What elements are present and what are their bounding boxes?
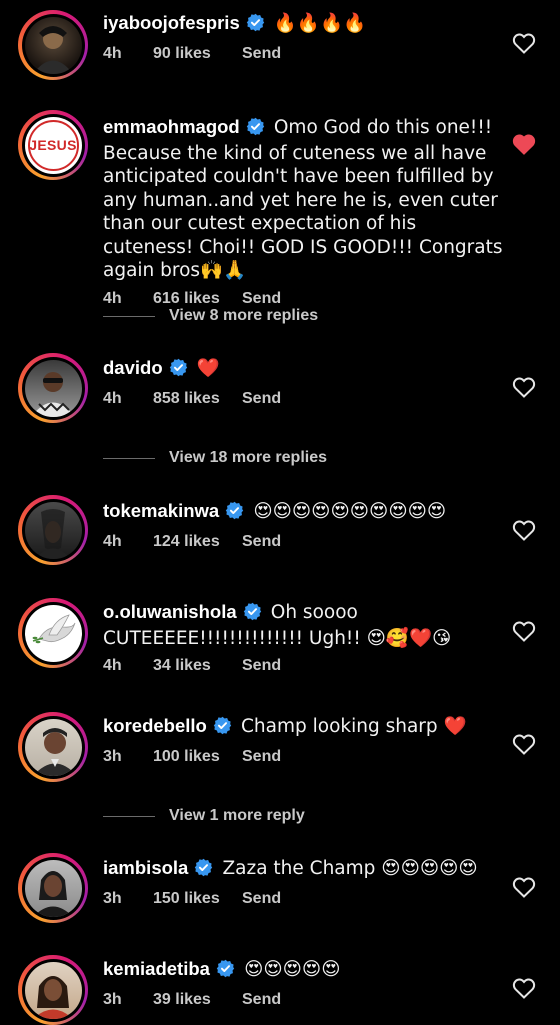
comment-meta: 4h 124 likes Send bbox=[103, 533, 503, 555]
comment-likes[interactable]: 39 likes bbox=[153, 991, 242, 1009]
comment-body: 😍😍😍😍😍😍😍😍😍😍 bbox=[253, 501, 447, 522]
liked-heart-icon[interactable] bbox=[512, 133, 536, 155]
avatar[interactable] bbox=[18, 495, 88, 565]
divider bbox=[103, 315, 155, 317]
comment-meta: 3h 150 likes Send bbox=[103, 890, 503, 912]
divider bbox=[103, 815, 155, 817]
comment-text: tokemakinwa 😍😍😍😍😍😍😍😍😍😍 bbox=[103, 500, 503, 526]
comment-username[interactable]: o.oluwanishola bbox=[103, 601, 237, 622]
verified-badge-icon bbox=[216, 959, 235, 984]
like-heart-icon[interactable] bbox=[512, 733, 536, 755]
verified-badge-icon bbox=[213, 716, 232, 741]
comment-text: kemiadetiba 😍😍😍😍😍 bbox=[103, 958, 503, 984]
comment-username[interactable]: iambisola bbox=[103, 857, 188, 878]
comment-text: emmaohmagod Omo God do this one!!! Becau… bbox=[103, 116, 503, 283]
comment-body: ❤️ bbox=[196, 358, 220, 379]
like-heart-icon[interactable] bbox=[512, 32, 536, 54]
view-more-replies-button[interactable]: View 18 more replies bbox=[103, 447, 327, 469]
comment-text: o.oluwanishola Oh soooo CUTEEEEE!!!!!!!!… bbox=[103, 601, 503, 650]
comment-time: 4h bbox=[103, 389, 122, 407]
avatar[interactable] bbox=[18, 712, 88, 782]
comment-text: iyaboojofespris 🔥🔥🔥🔥 bbox=[103, 12, 503, 38]
comment-meta: 4h 34 likes Send bbox=[103, 657, 503, 679]
comment-time: 3h bbox=[103, 990, 122, 1008]
avatar[interactable] bbox=[18, 10, 88, 80]
verified-badge-icon bbox=[243, 602, 262, 627]
comment-meta: 3h 100 likes Send bbox=[103, 748, 503, 770]
comment-time: 4h bbox=[103, 657, 122, 674]
avatar[interactable]: JESUS bbox=[18, 110, 88, 180]
comment-likes[interactable]: 150 likes bbox=[153, 890, 242, 908]
avatar-logo: JESUS bbox=[27, 119, 79, 171]
view-more-replies-button[interactable]: View 1 more reply bbox=[103, 805, 305, 827]
comment-time: 3h bbox=[103, 889, 122, 907]
verified-badge-icon bbox=[246, 117, 265, 142]
comment-likes[interactable]: 90 likes bbox=[153, 45, 242, 63]
avatar[interactable] bbox=[18, 353, 88, 423]
comment-time: 4h bbox=[103, 532, 122, 550]
comment-body: Zaza the Champ 😍😍😍😍😍 bbox=[222, 858, 478, 879]
comment-meta: 4h 90 likes Send bbox=[103, 45, 503, 67]
send-button[interactable]: Send bbox=[242, 748, 281, 766]
like-heart-icon[interactable] bbox=[512, 376, 536, 398]
like-heart-icon[interactable] bbox=[512, 519, 536, 541]
like-heart-icon[interactable] bbox=[512, 876, 536, 898]
comment-username[interactable]: koredebello bbox=[103, 715, 207, 736]
comment-username[interactable]: iyaboojofespris bbox=[103, 12, 240, 33]
comment-body: 🔥🔥🔥🔥 bbox=[273, 13, 367, 34]
comment-meta: 4h 858 likes Send bbox=[103, 390, 503, 412]
send-button[interactable]: Send bbox=[242, 45, 281, 63]
avatar[interactable] bbox=[18, 955, 88, 1025]
send-button[interactable]: Send bbox=[242, 890, 281, 908]
comment-body: Omo God do this one!!! Because the kind … bbox=[103, 117, 503, 281]
comment-username[interactable]: emmaohmagod bbox=[103, 116, 240, 137]
comment-username[interactable]: tokemakinwa bbox=[103, 500, 219, 521]
like-heart-icon[interactable] bbox=[512, 977, 536, 999]
divider bbox=[103, 457, 155, 459]
verified-badge-icon bbox=[194, 858, 213, 883]
avatar[interactable] bbox=[18, 853, 88, 923]
comment-likes[interactable]: 858 likes bbox=[153, 390, 242, 408]
comment-text: koredebello Champ looking sharp ❤️ bbox=[103, 715, 503, 741]
verified-badge-icon bbox=[246, 13, 265, 38]
comment-body: 😍😍😍😍😍 bbox=[244, 959, 341, 980]
comment-body: Champ looking sharp ❤️ bbox=[240, 716, 467, 737]
comment-likes[interactable]: 100 likes bbox=[153, 748, 242, 766]
comment-username[interactable]: kemiadetiba bbox=[103, 958, 210, 979]
comment-username[interactable]: davido bbox=[103, 357, 163, 378]
comment-text: iambisola Zaza the Champ 😍😍😍😍😍 bbox=[103, 857, 503, 883]
comment-likes[interactable]: 124 likes bbox=[153, 533, 242, 551]
send-button[interactable]: Send bbox=[242, 991, 281, 1009]
comment-text: davido ❤️ bbox=[103, 357, 503, 383]
send-button[interactable]: Send bbox=[242, 390, 281, 408]
view-more-replies-button[interactable]: View 8 more replies bbox=[103, 305, 318, 327]
send-button[interactable]: Send bbox=[242, 657, 281, 675]
comment-time: 3h bbox=[103, 747, 122, 765]
comment-likes[interactable]: 34 likes bbox=[153, 657, 242, 675]
verified-badge-icon bbox=[225, 501, 244, 526]
verified-badge-icon bbox=[169, 358, 188, 383]
comment-time: 4h bbox=[103, 44, 122, 62]
avatar[interactable] bbox=[18, 598, 88, 668]
like-heart-icon[interactable] bbox=[512, 620, 536, 642]
comment-meta: 3h 39 likes Send bbox=[103, 991, 503, 1013]
send-button[interactable]: Send bbox=[242, 533, 281, 551]
